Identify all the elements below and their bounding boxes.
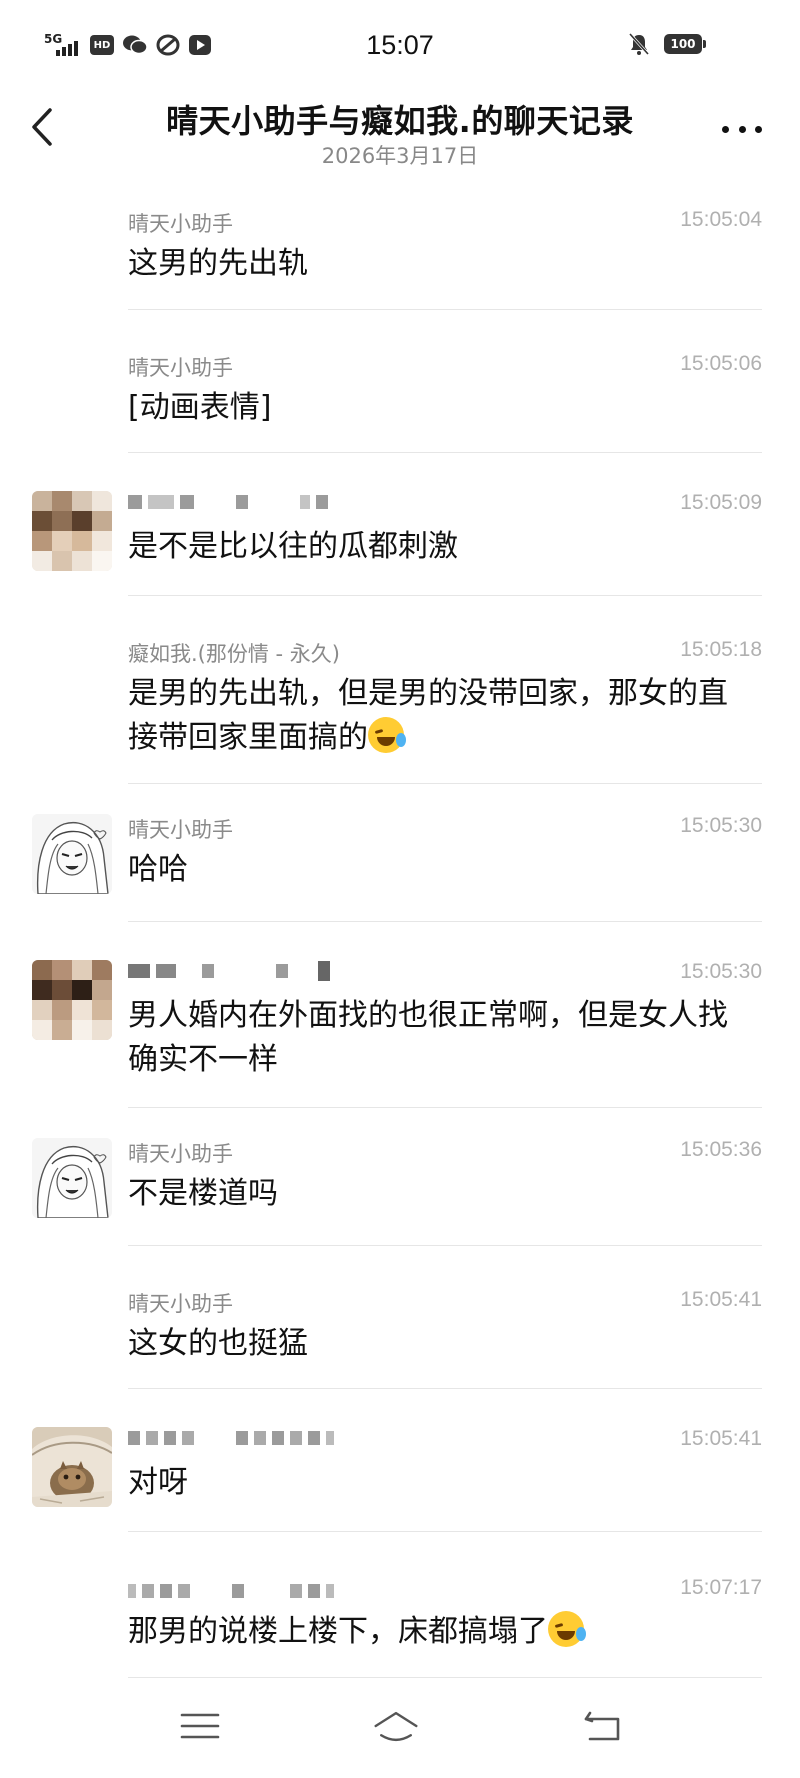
message-text: 对呀 bbox=[128, 1465, 188, 1500]
message-time: 15:05:41 bbox=[680, 1288, 762, 1311]
laughing-crying-emoji bbox=[548, 1611, 586, 1647]
sender-name-redacted bbox=[128, 1580, 334, 1602]
message-time: 15:05:41 bbox=[680, 1427, 762, 1450]
page-title: 晴天小助手与癡如我.的聊天记录 bbox=[166, 102, 634, 140]
message-time: 15:05:04 bbox=[680, 208, 762, 231]
message-text: 是不是比以往的瓜都刺激 bbox=[128, 529, 458, 564]
system-nav-bar bbox=[0, 1678, 800, 1778]
message-time: 15:05:30 bbox=[680, 960, 762, 983]
sender-name: 晴天小助手 bbox=[128, 1292, 233, 1316]
back-icon bbox=[584, 1711, 620, 1741]
message-time: 15:05:30 bbox=[680, 814, 762, 837]
chat-message[interactable]: 晴天小助手 15:05:41 这女的也挺猛 bbox=[0, 1246, 800, 1389]
sender-name: 晴天小助手 bbox=[128, 818, 233, 842]
message-text: [动画表情] bbox=[128, 390, 272, 425]
laughing-crying-emoji bbox=[368, 717, 406, 753]
home-icon bbox=[374, 1711, 418, 1742]
battery-icon: 100 bbox=[664, 34, 706, 54]
nav-home-button[interactable] bbox=[372, 1704, 420, 1748]
chat-message[interactable]: 15:05:09 是不是比以往的瓜都刺激 bbox=[0, 453, 800, 596]
chat-message[interactable]: 晴天小助手 15:05:30 哈哈 bbox=[0, 784, 800, 922]
sender-name: 晴天小助手 bbox=[128, 356, 233, 380]
avatar[interactable] bbox=[32, 1138, 112, 1218]
message-text: 不是楼道吗 bbox=[128, 1176, 278, 1211]
avatar[interactable] bbox=[32, 960, 112, 1040]
message-text: 哈哈 bbox=[128, 852, 188, 887]
page-date: 2026年3月17日 bbox=[321, 144, 479, 168]
chat-message[interactable]: 晴天小助手 15:05:36 不是楼道吗 bbox=[0, 1108, 800, 1246]
nav-back-button[interactable] bbox=[578, 1704, 626, 1748]
avatar[interactable] bbox=[32, 491, 112, 571]
message-text: 那男的说楼上楼下，床都搞塌了 bbox=[128, 1610, 748, 1654]
mute-icon bbox=[628, 32, 650, 56]
message-time: 15:05:09 bbox=[680, 491, 762, 514]
sender-name-redacted bbox=[128, 1427, 334, 1449]
sender-name-redacted bbox=[128, 491, 328, 513]
chat-message[interactable]: 晴天小助手 15:05:06 [动画表情] bbox=[0, 310, 800, 453]
message-time: 15:05:18 bbox=[680, 638, 762, 661]
sender-name-redacted bbox=[128, 960, 330, 982]
message-text: 这男的先出轨 bbox=[128, 246, 308, 281]
chat-message[interactable]: 15:07:17 那男的说楼上楼下，床都搞塌了 bbox=[0, 1532, 800, 1678]
avatar-image bbox=[32, 491, 112, 571]
sender-name: 癡如我.(那份情 - 永久) bbox=[128, 642, 340, 666]
more-button[interactable] bbox=[722, 114, 762, 144]
more-icon bbox=[722, 125, 729, 133]
chat-message[interactable]: 癡如我.(那份情 - 永久) 15:05:18 是男的先出轨，但是男的没带回家，… bbox=[0, 596, 800, 784]
avatar-image bbox=[32, 960, 112, 1040]
status-bar: 5G HD 15:07 100 bbox=[0, 0, 800, 92]
menu-icon bbox=[180, 1713, 220, 1739]
message-time: 15:07:17 bbox=[680, 1576, 762, 1599]
message-text: 男人婚内在外面找的也很正常啊，但是女人找确实不一样 bbox=[128, 998, 728, 1077]
sender-name: 晴天小助手 bbox=[128, 1142, 233, 1166]
sender-name: 晴天小助手 bbox=[128, 212, 233, 236]
status-right-icons: 100 bbox=[628, 32, 706, 56]
chat-message[interactable]: 晴天小助手 15:05:04 这男的先出轨 bbox=[0, 182, 800, 310]
avatar-image bbox=[32, 1427, 112, 1507]
message-time: 15:05:36 bbox=[680, 1138, 762, 1161]
avatar-image bbox=[32, 1138, 112, 1218]
avatar[interactable] bbox=[32, 1427, 112, 1507]
chat-message[interactable]: 15:05:30 男人婚内在外面找的也很正常啊，但是女人找确实不一样 bbox=[0, 922, 800, 1108]
message-text: 是男的先出轨，但是男的没带回家，那女的直接带回家里面搞的 bbox=[128, 676, 728, 755]
message-text: 这女的也挺猛 bbox=[128, 1326, 308, 1361]
message-time: 15:05:06 bbox=[680, 352, 762, 375]
nav-menu-button[interactable] bbox=[176, 1704, 224, 1748]
avatar-image bbox=[32, 814, 112, 894]
chat-message[interactable]: 15:05:41 对呀 bbox=[0, 1389, 800, 1532]
avatar[interactable] bbox=[32, 814, 112, 894]
chat-history-header: 晴天小助手与癡如我.的聊天记录 2026年3月17日 bbox=[0, 92, 800, 182]
